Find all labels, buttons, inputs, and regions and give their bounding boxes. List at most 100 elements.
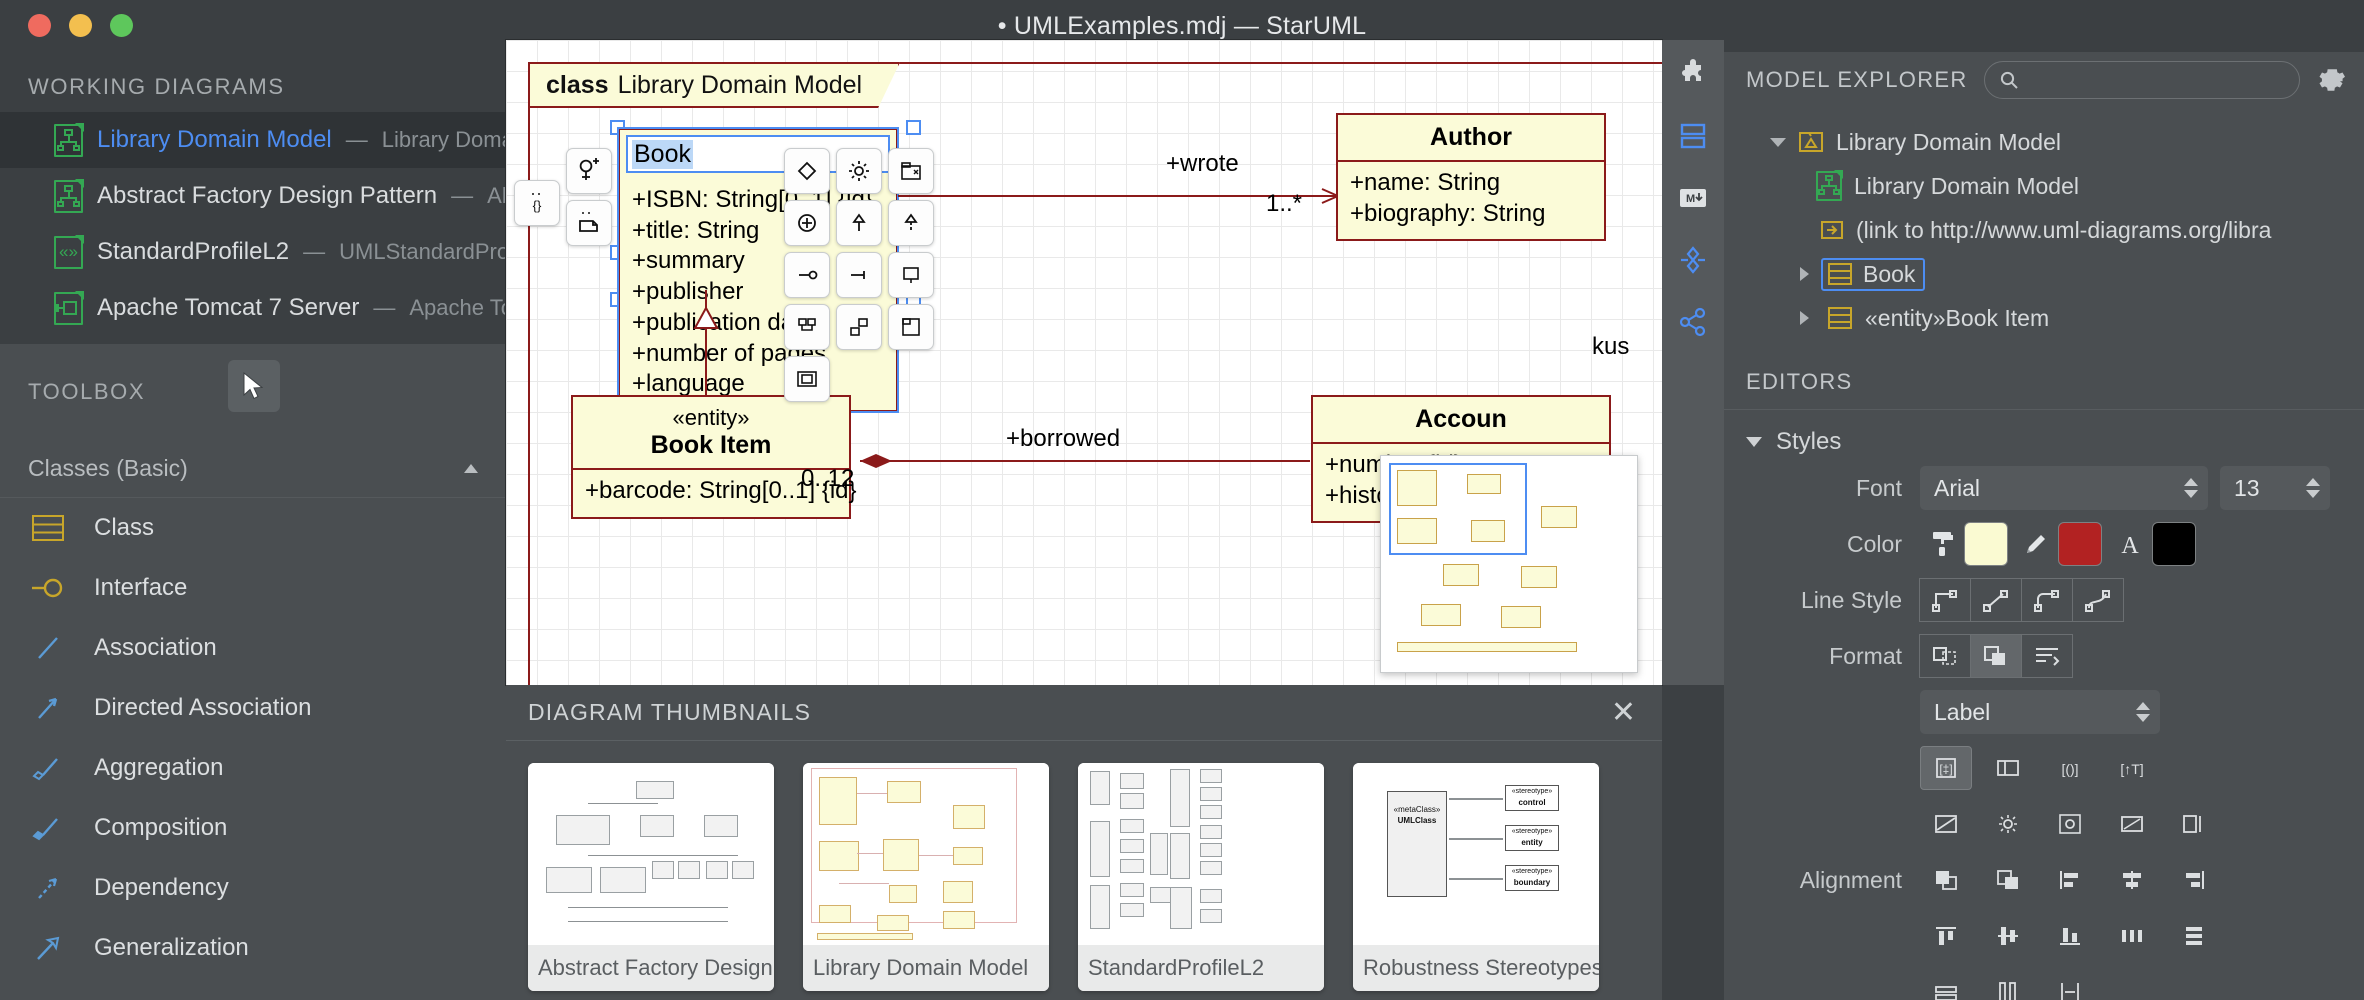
- set-height-equal-icon[interactable]: [1982, 970, 2034, 1000]
- aggregation-icon[interactable]: [888, 252, 934, 298]
- tree-item-book-item[interactable]: «entity»Book Item: [1724, 296, 2364, 340]
- uml-class-author[interactable]: Author +name: String +biography: String: [1336, 113, 1606, 241]
- frame-icon[interactable]: [888, 304, 934, 350]
- dependency-icon[interactable]: [836, 252, 882, 298]
- circle-plus-icon[interactable]: [784, 200, 830, 246]
- package-icon[interactable]: [888, 148, 934, 194]
- pencil-icon[interactable]: [2014, 522, 2058, 566]
- align-bottom-icon[interactable]: [2044, 914, 2096, 958]
- generalization-icon[interactable]: [836, 200, 882, 246]
- toolbox-item-generalization[interactable]: Generalization: [0, 918, 506, 978]
- font-family-select[interactable]: Arial: [1920, 466, 2208, 510]
- thumbnail-card-robustness-stereotypes[interactable]: «metaClass» UMLClass «stereotype» contro…: [1353, 763, 1599, 991]
- toolbox-item-class[interactable]: Class: [0, 498, 506, 558]
- quick-create-toolbar[interactable]: [566, 148, 622, 246]
- tree-item-library-domain-model-root[interactable]: Library Domain Model: [1724, 120, 2364, 164]
- curve-icon[interactable]: [2072, 578, 2124, 622]
- twisty-right-icon[interactable]: [1800, 267, 1809, 281]
- caret-up-icon[interactable]: [464, 464, 478, 473]
- show-shadow-icon[interactable]: [1970, 634, 2022, 678]
- relationship-toolbar[interactable]: [784, 148, 944, 402]
- rectilinear-icon[interactable]: [1919, 578, 1971, 622]
- suppress-receptions-icon[interactable]: [2044, 802, 2096, 846]
- toolbox-item-association[interactable]: Association: [0, 618, 506, 678]
- quick-edit-toolbar[interactable]: {}: [514, 180, 570, 226]
- label-format-select[interactable]: Label: [1920, 690, 2160, 734]
- select-cursor-tool[interactable]: [228, 360, 280, 412]
- working-diagram-item-standardprofilel2[interactable]: «» StandardProfileL2 — UMLStandardProfil…: [0, 224, 506, 280]
- model-explorer-search[interactable]: [1984, 61, 2300, 99]
- extensions-icon[interactable]: [1671, 54, 1715, 94]
- rounded-rectilinear-icon[interactable]: [2021, 578, 2073, 622]
- composition-icon[interactable]: [784, 304, 830, 350]
- triangle-down-icon[interactable]: [1746, 437, 1762, 447]
- add-subclass-icon[interactable]: [566, 148, 612, 194]
- chevron-updown-icon[interactable]: [2306, 478, 2320, 498]
- distribute-horizontally-icon[interactable]: [2106, 914, 2158, 958]
- directed-association-icon[interactable]: [836, 304, 882, 350]
- tree-item-library-domain-model-diagram[interactable]: Library Domain Model: [1724, 164, 2364, 208]
- font-size-stepper[interactable]: 13: [2220, 466, 2330, 510]
- toolbox-item-interface[interactable]: Interface: [0, 558, 506, 618]
- toolbox-item-directed-association[interactable]: Directed Association: [0, 678, 506, 738]
- toolbox-item-dependency[interactable]: Dependency: [0, 858, 506, 918]
- thumbnail-card-standardprofilel2[interactable]: StandardProfileL2: [1078, 763, 1324, 991]
- distribute-vertically-icon[interactable]: [2168, 914, 2220, 958]
- tree-item-hyperlink[interactable]: (link to http://www.uml-diagrams.org/lib…: [1724, 208, 2364, 252]
- suppress-operations-icon[interactable]: [1982, 802, 2034, 846]
- gear-icon[interactable]: [836, 148, 882, 194]
- chevron-updown-icon[interactable]: [2184, 478, 2198, 498]
- working-diagram-item-library-domain-model[interactable]: Library Domain Model — Library Domain: [0, 112, 506, 168]
- box-icon[interactable]: [784, 356, 830, 402]
- chevron-updown-icon[interactable]: [2136, 702, 2150, 722]
- share-icon[interactable]: [1671, 302, 1715, 342]
- add-constraint-icon[interactable]: {}: [514, 180, 560, 226]
- thumbnail-card-library-domain-model[interactable]: Library Domain Model: [803, 763, 1049, 991]
- font-color-swatch[interactable]: [2152, 522, 2196, 566]
- show-property-icon[interactable]: [2106, 802, 2158, 846]
- show-multiplicity-icon[interactable]: [2168, 802, 2220, 846]
- align-center-icon[interactable]: [2106, 858, 2158, 902]
- toolbox-item-aggregation[interactable]: Aggregation: [0, 738, 506, 798]
- line-color-swatch[interactable]: [2058, 522, 2102, 566]
- tree-item-book[interactable]: Book: [1724, 252, 2364, 296]
- close-icon[interactable]: ✕: [1611, 698, 1636, 728]
- gear-icon[interactable]: [2316, 65, 2346, 95]
- stereotype-icon-only-icon[interactable]: [↑T]: [2106, 746, 2158, 790]
- uml-class-book-item[interactable]: «entity» Book Item +barcode: String[0..1…: [571, 395, 851, 519]
- realization-icon[interactable]: [888, 200, 934, 246]
- diamond-icon[interactable]: [784, 148, 830, 194]
- search-input[interactable]: [2027, 69, 2285, 91]
- model-icon[interactable]: [1671, 240, 1715, 280]
- panels-icon[interactable]: [1671, 116, 1715, 156]
- align-left-icon[interactable]: [2044, 858, 2096, 902]
- send-to-back-icon[interactable]: [1920, 858, 1972, 902]
- markdown-icon[interactable]: M: [1671, 178, 1715, 218]
- twisty-right-icon[interactable]: [1800, 311, 1809, 325]
- add-note-icon[interactable]: [566, 200, 612, 246]
- stereotype-none-icon[interactable]: [‡]: [1920, 746, 1972, 790]
- align-top-icon[interactable]: [1920, 914, 1972, 958]
- paint-roller-icon[interactable]: [1920, 522, 1964, 566]
- thumbnail-card-abstract-factory[interactable]: Abstract Factory Design Pattern: [528, 763, 774, 991]
- stereotype-decoration-icon[interactable]: [()]: [2044, 746, 2096, 790]
- bring-to-front-icon[interactable]: [1982, 858, 2034, 902]
- toolbox-group-classes-basic[interactable]: Classes (Basic): [0, 440, 506, 498]
- set-width-equal-icon[interactable]: [1920, 970, 1972, 1000]
- association-icon[interactable]: [784, 252, 830, 298]
- oblique-icon[interactable]: [1970, 578, 2022, 622]
- resize-handle-top-right[interactable]: [906, 120, 921, 135]
- styles-section-header[interactable]: Styles: [1724, 410, 2364, 466]
- fill-color-swatch[interactable]: [1964, 522, 2008, 566]
- twisty-down-icon[interactable]: [1770, 138, 1786, 147]
- suppress-attributes-icon[interactable]: [1920, 802, 1972, 846]
- diagram-minimap[interactable]: [1380, 455, 1638, 673]
- working-diagram-item-abstract-factory[interactable]: Abstract Factory Design Pattern — Abstr: [0, 168, 506, 224]
- font-color-icon[interactable]: A: [2108, 522, 2152, 566]
- align-middle-icon[interactable]: [1982, 914, 2034, 958]
- align-right-icon[interactable]: [2168, 858, 2220, 902]
- auto-resize-icon[interactable]: [1919, 634, 1971, 678]
- diagram-canvas[interactable]: class Library Domain Model Book +ISBN: S…: [506, 40, 1662, 685]
- working-diagram-item-apache-tomcat[interactable]: Apache Tomcat 7 Server — Apache Tomca: [0, 280, 506, 336]
- set-size-equal-icon[interactable]: [2044, 970, 2096, 1000]
